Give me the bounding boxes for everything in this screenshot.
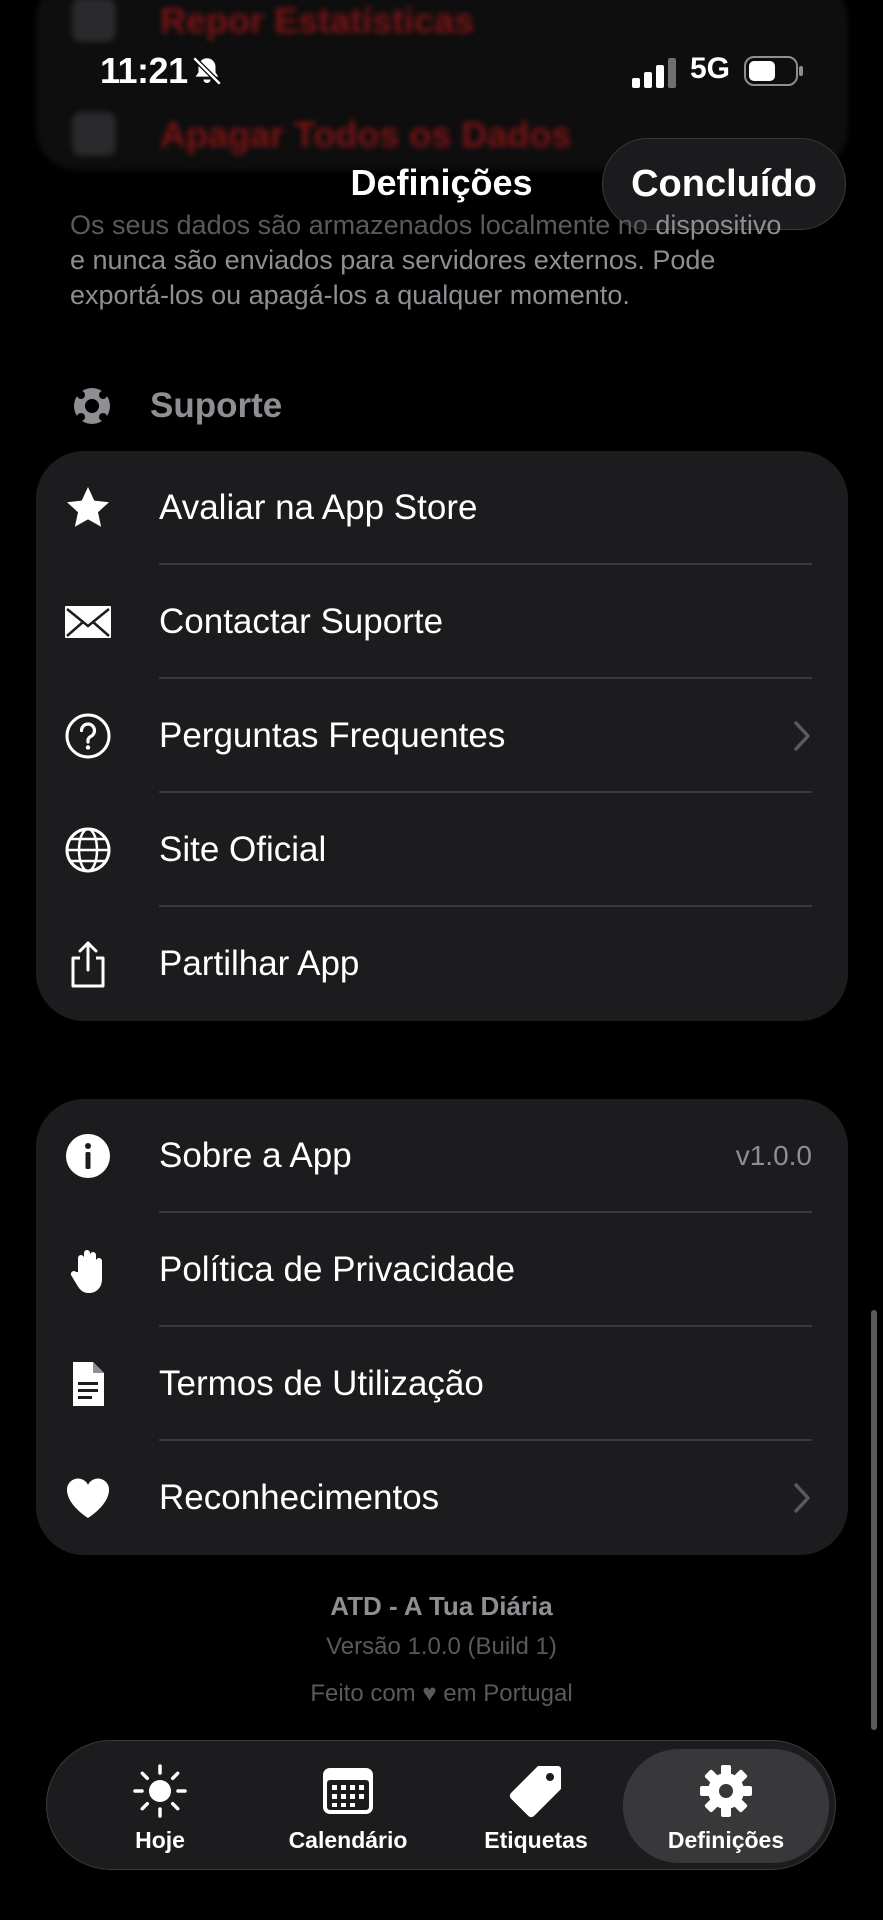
about-item-terms[interactable]: Termos de Utilização	[36, 1327, 848, 1441]
chevron-right-icon	[794, 1483, 810, 1513]
scrollbar[interactable]	[871, 1310, 877, 1730]
about-item-label: Reconhecimentos	[159, 1478, 440, 1517]
tab-label: Definições	[667, 1827, 785, 1853]
about-item-privacy[interactable]: Política de Privacidade	[36, 1213, 848, 1327]
about-item-label: Termos de Utilização	[159, 1364, 484, 1403]
about-item-app[interactable]: Sobre a App v1.0.0	[36, 1099, 848, 1213]
heart-icon	[66, 1478, 110, 1518]
tab-today[interactable]: Hoje	[65, 1741, 255, 1871]
support-item-website[interactable]: Site Oficial	[36, 793, 848, 907]
reset-stats-row: Repor Estatísticas	[160, 0, 475, 41]
tab-settings[interactable]: Definições	[623, 1749, 829, 1863]
chevron-right-icon	[794, 721, 810, 751]
section-title-support: Suporte	[150, 386, 283, 425]
question-circle-icon	[65, 713, 111, 759]
support-item-contact[interactable]: Contactar Suporte	[36, 565, 848, 679]
envelope-icon	[65, 606, 111, 638]
support-item-share[interactable]: Partilhar App	[36, 907, 848, 1021]
tab-bar: Hoje Calendário Etiquetas Definições	[46, 1740, 836, 1870]
calendar-icon	[323, 1768, 373, 1814]
network-type: 5G	[690, 52, 731, 85]
battery-icon	[744, 56, 803, 86]
info-icon	[66, 1134, 110, 1178]
trash-icon	[72, 112, 116, 156]
about-card: Sobre a App v1.0.0 Política de Privacida…	[36, 1099, 848, 1555]
status-time: 11:21	[100, 50, 188, 91]
about-item-label: Política de Privacidade	[159, 1250, 516, 1289]
app-version: Versão 1.0.0 (Build 1)	[326, 1633, 557, 1660]
support-item-label: Perguntas Frequentes	[159, 716, 506, 755]
gear-icon	[700, 1765, 752, 1817]
support-item-rate[interactable]: Avaliar na App Store	[36, 451, 848, 565]
tab-label: Etiquetas	[484, 1827, 588, 1853]
document-icon	[73, 1362, 104, 1406]
support-item-label: Avaliar na App Store	[159, 488, 478, 527]
lifebuoy-icon	[74, 388, 110, 424]
support-item-label: Partilhar App	[159, 944, 360, 983]
tab-label: Hoje	[135, 1827, 185, 1853]
sun-icon	[133, 1764, 187, 1818]
tab-label: Calendário	[288, 1827, 408, 1853]
bell-slash-icon	[192, 56, 222, 86]
star-icon	[67, 487, 109, 527]
globe-icon	[65, 827, 111, 873]
delete-all-row: Apagar Todos os Dados	[160, 114, 572, 155]
about-item-label: Sobre a App	[159, 1136, 352, 1175]
reset-icon	[72, 0, 116, 42]
support-item-faq[interactable]: Perguntas Frequentes	[36, 679, 848, 793]
version-value: v1.0.0	[735, 1140, 812, 1171]
made-in-portugal: Feito com ♥ em Portugal	[310, 1680, 573, 1707]
tab-tags[interactable]: Etiquetas	[441, 1741, 631, 1871]
signal-icon	[632, 58, 676, 88]
privacy-note-faded: Os seus dados são armazenados localmente…	[70, 210, 648, 240]
about-item-acknowledgements[interactable]: Reconhecimentos	[36, 1441, 848, 1555]
privacy-note: Os seus dados são armazenados localmente…	[70, 208, 800, 313]
share-icon	[71, 941, 105, 988]
support-item-label: Site Oficial	[159, 830, 327, 869]
support-item-label: Contactar Suporte	[159, 602, 444, 641]
support-card: Avaliar na App Store Contactar Suporte P…	[36, 451, 848, 1021]
tab-calendar[interactable]: Calendário	[253, 1741, 443, 1871]
app-name: ATD - A Tua Diária	[330, 1591, 553, 1621]
tag-icon	[509, 1766, 561, 1818]
hand-icon	[70, 1250, 102, 1293]
